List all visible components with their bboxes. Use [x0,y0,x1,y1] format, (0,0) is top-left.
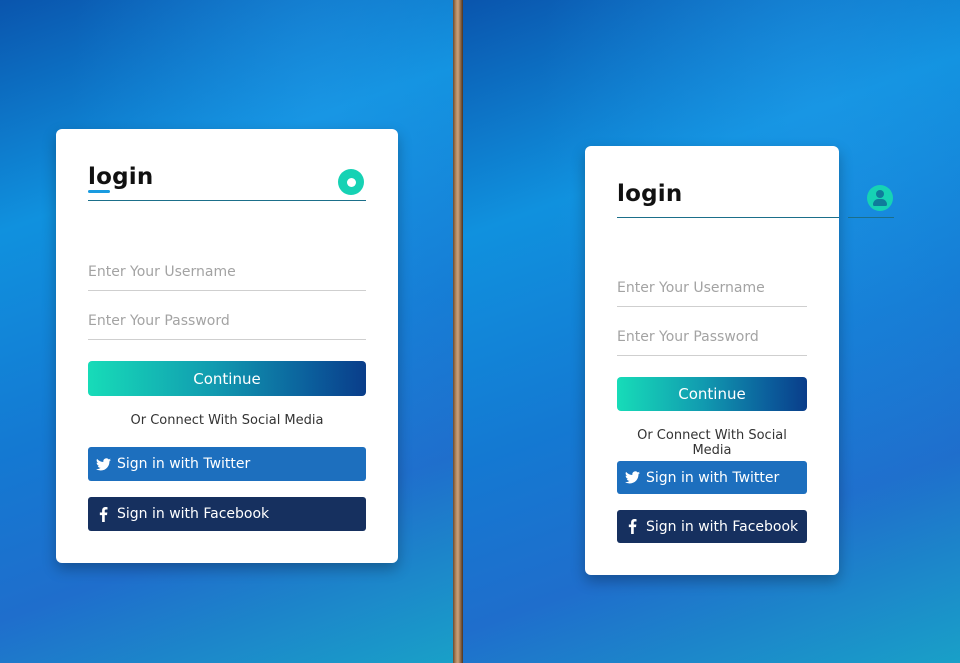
login-title: login [88,164,154,190]
facebook-f-icon [624,519,640,535]
facebook-signin-label: Sign in with Facebook [117,506,270,522]
login-title: login [617,181,683,207]
password-input[interactable] [617,325,807,356]
facebook-signin-button[interactable]: Sign in with Facebook [88,497,366,531]
twitter-bird-icon [95,456,111,472]
twitter-signin-button[interactable]: Sign in with Twitter [88,447,366,481]
username-input[interactable] [88,260,366,291]
facebook-signin-button[interactable]: Sign in with Facebook [617,510,807,543]
social-connect-text: Or Connect With Social Media [130,413,324,428]
title-accent-underline [88,190,110,193]
window-divider [453,0,463,663]
title-divider [617,217,839,218]
social-connect-text: Or Connect With Social Media [637,428,787,458]
twitter-signin-label: Sign in with Twitter [117,456,251,472]
user-icon-head [876,190,884,198]
facebook-f-icon [95,506,111,522]
twitter-signin-button[interactable]: Sign in with Twitter [617,461,807,494]
facebook-signin-label: Sign in with Facebook [646,518,799,535]
user-icon-body [873,199,887,206]
password-input[interactable] [88,309,366,340]
continue-button[interactable]: Continue [88,361,366,396]
twitter-bird-icon [624,470,640,486]
login-card-right: login Continue Or Connect With Social Me… [585,146,839,575]
user-icon[interactable] [867,185,893,211]
login-card-left: login Continue Or Connect With Social Me… [56,129,398,563]
twitter-signin-label: Sign in with Twitter [646,469,780,486]
username-input[interactable] [617,276,807,307]
title-divider [88,200,366,201]
avatar-center-dot [346,177,356,187]
continue-button[interactable]: Continue [617,377,807,411]
title-divider-overflow [848,217,894,218]
profile-dot-icon[interactable] [338,169,364,195]
